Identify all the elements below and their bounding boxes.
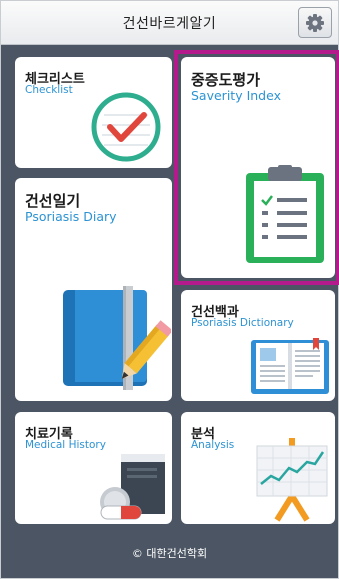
- tile-medical-history[interactable]: 치료기록 Medical History: [15, 412, 172, 524]
- tile-dictionary-subtitle: Psoriasis Dictionary: [191, 317, 294, 329]
- tile-psoriasis-diary[interactable]: 건선일기 Psoriasis Diary: [15, 178, 172, 401]
- title-bar: 건선바르게알기: [1, 1, 338, 45]
- tile-analysis[interactable]: 분석 Analysis: [181, 412, 335, 524]
- tile-psoriasis-dictionary[interactable]: 건선백과 Psoriasis Dictionary: [181, 290, 335, 401]
- tile-analysis-subtitle: Analysis: [191, 439, 235, 451]
- app-window: 건선바르게알기 체크리스트 Checklist 중증도평가 Saverity I…: [0, 0, 339, 579]
- copyright-footer: © 대한건선학회: [131, 547, 208, 560]
- tile-history-subtitle: Medical History: [25, 439, 106, 451]
- gear-icon: [305, 13, 325, 33]
- tile-diary-subtitle: Psoriasis Diary: [25, 209, 117, 224]
- tile-checklist-subtitle: Checklist: [25, 84, 73, 96]
- settings-button[interactable]: [298, 7, 332, 38]
- app-title: 건선바르게알기: [122, 16, 217, 32]
- tile-diary-title: 건선일기: [25, 192, 81, 210]
- tile-checklist[interactable]: 체크리스트 Checklist: [15, 57, 172, 168]
- selection-highlight: [174, 50, 339, 285]
